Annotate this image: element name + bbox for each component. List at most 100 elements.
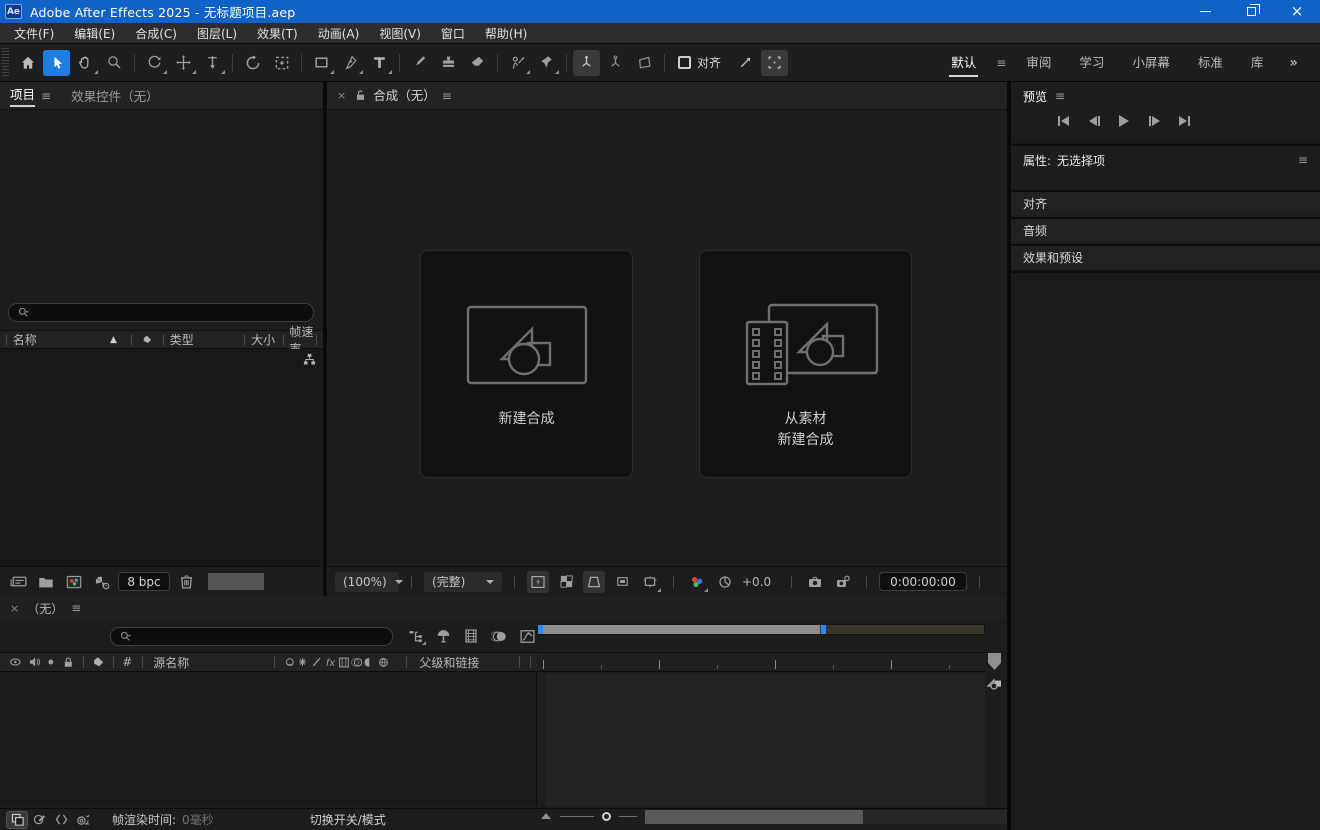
column-name[interactable]: 名称 (13, 331, 110, 348)
effects-presets-panel-header[interactable]: 效果和预设 (1011, 244, 1320, 269)
timeline-track-area[interactable] (545, 674, 985, 806)
last-frame-button[interactable] (1175, 112, 1193, 130)
fast-preview-button[interactable] (527, 571, 549, 593)
orbit-camera-tool[interactable] (141, 50, 168, 76)
local-axis-mode-button[interactable] (573, 50, 600, 76)
comp-marker-bin[interactable] (988, 653, 1001, 670)
menu-item-window[interactable]: 窗口 (431, 25, 475, 42)
timeline-search-input[interactable] (110, 627, 393, 646)
expand-layer-switches-button[interactable] (6, 811, 28, 829)
panel-menu-icon[interactable]: ≡ (1298, 153, 1308, 167)
new-composition-from-footage-card[interactable]: 从素材 新建合成 (699, 250, 912, 478)
navigator-bar[interactable] (543, 625, 820, 634)
pan-behind-tool[interactable] (268, 50, 295, 76)
home-button[interactable] (14, 50, 41, 76)
selection-tool[interactable] (43, 50, 70, 76)
panel-menu-icon[interactable]: ≡ (41, 89, 51, 103)
snap-arrow-button[interactable] (732, 50, 759, 76)
project-scrollbar-thumb[interactable] (208, 573, 264, 590)
view-axis-mode-button[interactable] (631, 50, 658, 76)
resolution-dropdown[interactable]: (完整) (424, 572, 502, 592)
comp-mini-flowchart-button[interactable] (405, 626, 425, 646)
color-depth-button[interactable]: 8 bpc (118, 572, 170, 591)
channel-select-button[interactable] (686, 571, 708, 593)
menu-item-edit[interactable]: 编辑(E) (64, 25, 125, 42)
workspace-tab-review[interactable]: 审阅 (1012, 46, 1065, 79)
panel-close-icon[interactable]: × (10, 602, 19, 615)
brush-tool[interactable] (406, 50, 433, 76)
previous-frame-button[interactable] (1085, 112, 1103, 130)
expand-render-time-button[interactable] (72, 811, 94, 829)
first-frame-button[interactable] (1055, 112, 1073, 130)
type-tool[interactable] (366, 50, 393, 76)
tab-project[interactable]: 项目 ≡ (0, 82, 61, 109)
solo-icon[interactable] (45, 656, 57, 668)
workspace-tab-libraries[interactable]: 库 (1237, 46, 1278, 79)
rotation-tool[interactable] (239, 50, 266, 76)
pan-camera-tool[interactable] (170, 50, 197, 76)
sort-asc-icon[interactable]: ▲ (110, 335, 117, 345)
transparency-grid-button[interactable] (555, 571, 577, 593)
snap-checkbox[interactable] (678, 56, 691, 69)
restore-button[interactable] (1228, 0, 1274, 23)
close-button[interactable]: × (1274, 0, 1320, 23)
workspace-overflow-icon[interactable]: » (1277, 55, 1310, 71)
menu-item-help[interactable]: 帮助(H) (475, 25, 537, 42)
audio-panel-header[interactable]: 音频 (1011, 217, 1320, 242)
workspace-tab-learn[interactable]: 学习 (1065, 46, 1118, 79)
timeline-navigator[interactable] (537, 624, 985, 635)
motion-blur-button[interactable] (489, 626, 509, 646)
draft-3d-button[interactable] (433, 626, 453, 646)
puppet-pin-tool[interactable] (533, 50, 560, 76)
column-type[interactable]: 类型 (170, 331, 239, 348)
take-snapshot-button[interactable] (804, 571, 826, 593)
menu-item-composition[interactable]: 合成(C) (125, 25, 187, 42)
play-button[interactable] (1115, 112, 1133, 130)
exposure-value[interactable]: +0.0 (742, 575, 771, 589)
video-visibility-icon[interactable] (8, 655, 23, 669)
align-panel-header[interactable]: 对齐 (1011, 190, 1320, 215)
graph-editor-button[interactable] (517, 626, 537, 646)
reset-exposure-button[interactable] (714, 571, 736, 593)
toggle-switches-modes-button[interactable]: 切换开关/模式 (310, 811, 386, 828)
timeline-tab-label[interactable]: （无） (27, 600, 63, 617)
delete-item-button[interactable] (174, 571, 198, 593)
pen-tool[interactable] (337, 50, 364, 76)
new-composition-button[interactable] (62, 571, 86, 593)
workspace-menu-icon[interactable]: ≡ (990, 56, 1012, 70)
panel-close-icon[interactable]: × (327, 89, 346, 102)
clone-stamp-tool[interactable] (435, 50, 462, 76)
menu-item-effect[interactable]: 效果(T) (247, 25, 308, 42)
column-number[interactable]: # (122, 655, 132, 669)
column-parent-link[interactable]: 父级和链接 (419, 654, 513, 671)
column-size[interactable]: 大小 (251, 331, 276, 348)
hand-tool[interactable] (72, 50, 99, 76)
workspace-tab-default[interactable]: 默认 (937, 46, 990, 79)
panel-menu-icon[interactable]: ≡ (71, 601, 81, 615)
eraser-tool[interactable] (464, 50, 491, 76)
show-snapshot-button[interactable] (832, 571, 854, 593)
render-engine-button[interactable] (90, 571, 114, 593)
tab-effect-controls[interactable]: 效果控件（无） (61, 82, 169, 109)
menu-item-view[interactable]: 视图(V) (369, 25, 431, 42)
menu-item-layer[interactable]: 图层(L) (187, 25, 247, 42)
timeline-layer-list[interactable] (0, 672, 537, 806)
panel-menu-icon[interactable]: ≡ (1055, 89, 1065, 103)
minimize-button[interactable] (1182, 0, 1228, 23)
zoom-out-mountain-icon[interactable] (540, 812, 552, 820)
dolly-camera-tool[interactable] (199, 50, 226, 76)
panel-grip[interactable] (2, 48, 9, 78)
time-ruler[interactable] (537, 652, 985, 672)
project-flowchart-icon[interactable] (302, 352, 317, 370)
region-of-interest-button[interactable] (611, 571, 633, 593)
column-source-name[interactable]: 源名称 (153, 654, 268, 671)
zoom-tool[interactable] (101, 50, 128, 76)
menu-item-file[interactable]: 文件(F) (4, 25, 64, 42)
panel-menu-icon[interactable]: ≡ (442, 89, 452, 103)
expand-in-out-button[interactable] (50, 811, 72, 829)
workspace-tab-standard[interactable]: 标准 (1184, 46, 1237, 79)
world-axis-mode-button[interactable] (602, 50, 629, 76)
mask-visibility-button[interactable] (583, 571, 605, 593)
timecode-display[interactable]: 0:00:00:00 (879, 572, 967, 591)
lock-column-icon[interactable] (62, 656, 75, 669)
